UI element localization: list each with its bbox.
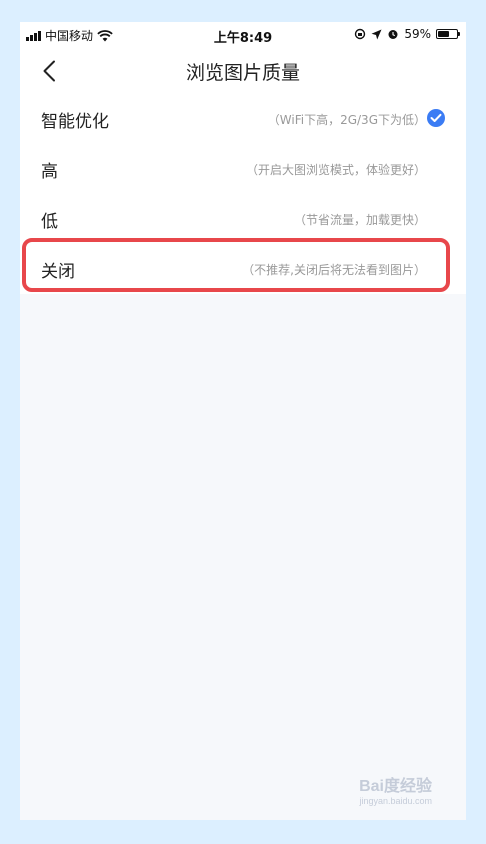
option-desc: （WiFi下高，2G/3G下为低）	[267, 113, 426, 127]
option-label: 高	[41, 162, 58, 182]
option-label: 关闭	[41, 262, 75, 282]
battery-percent: 59%	[404, 27, 431, 41]
watermark-text: Bai度经验	[359, 778, 432, 795]
option-high[interactable]: 高 （开启大图浏览模式，体验更好）	[20, 144, 466, 194]
option-desc: （不推荐,关闭后将无法看到图片）	[242, 263, 426, 277]
watermark-sub: jingyan.baidu.com	[359, 796, 432, 806]
alarm-icon	[388, 30, 398, 39]
page-title: 浏览图片质量	[185, 62, 300, 84]
option-smart[interactable]: 智能优化 （WiFi下高，2G/3G下为低）	[20, 94, 466, 144]
phone-screen: 中国移动 上午8:49 59% 浏览图片质量 智能优化 （WiFi下高，2G/3…	[20, 22, 466, 820]
option-desc: （节省流量，加载更快）	[293, 213, 426, 227]
option-desc: （开启大图浏览模式，体验更好）	[245, 163, 426, 177]
rotation-lock-icon	[355, 28, 366, 40]
nav-bar: 浏览图片质量	[20, 48, 466, 94]
check-icon	[427, 109, 445, 127]
option-label: 低	[41, 212, 58, 232]
option-low[interactable]: 低 （节省流量，加载更快）	[20, 194, 466, 244]
empty-area	[20, 294, 466, 820]
option-label: 智能优化	[41, 112, 109, 132]
battery-icon	[436, 29, 460, 39]
quality-options-list: 智能优化 （WiFi下高，2G/3G下为低） 高 （开启大图浏览模式，体验更好）…	[20, 94, 466, 294]
location-icon	[371, 29, 382, 39]
option-off[interactable]: 关闭 （不推荐,关闭后将无法看到图片）	[20, 244, 466, 294]
watermark-logo: Bai度经验 jingyan.baidu.com	[359, 772, 432, 806]
status-bar: 中国移动 上午8:49 59%	[20, 22, 466, 48]
status-right: 59%	[354, 27, 460, 41]
